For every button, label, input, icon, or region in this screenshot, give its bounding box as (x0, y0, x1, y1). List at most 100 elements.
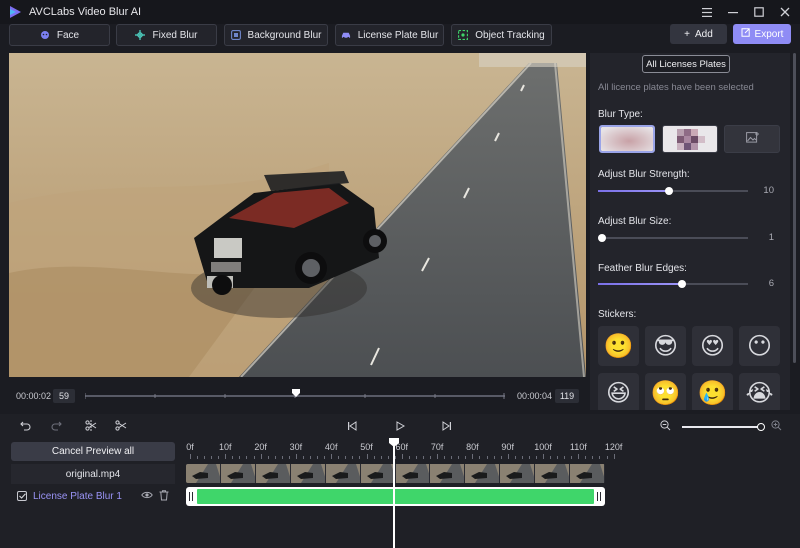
tab-license-plate-blur[interactable]: License Plate Blur (335, 24, 444, 46)
ruler-minor-tick (444, 456, 446, 459)
cancel-preview-button[interactable]: Cancel Preview all (11, 442, 175, 461)
source-file-row[interactable]: original.mp4 (11, 464, 175, 484)
track-end-handle[interactable] (597, 492, 601, 501)
video-filmstrip[interactable] (186, 464, 605, 483)
tab-fixed-blur[interactable]: Fixed Blur (116, 24, 217, 46)
split-button[interactable] (83, 419, 99, 435)
ruler-minor-tick (387, 456, 389, 459)
blur-size-knob[interactable] (598, 234, 606, 242)
app-title: AVCLabs Video Blur AI (29, 6, 142, 18)
tab-background-blur[interactable]: Background Blur (224, 24, 328, 46)
mosaic-blur-option[interactable] (662, 125, 718, 153)
ruler-tick (190, 454, 191, 459)
filmstrip-frame (290, 464, 326, 483)
zoom-out-button[interactable] (657, 419, 673, 435)
redo-button[interactable] (48, 419, 64, 435)
menu-icon[interactable] (700, 5, 714, 19)
ruler-minor-tick (310, 456, 312, 459)
end-frame-input[interactable]: 119 (555, 389, 579, 403)
panel-scrollbar[interactable] (793, 53, 796, 363)
zoom-slider[interactable] (682, 426, 762, 428)
layer-name[interactable]: License Plate Blur 1 (33, 491, 122, 502)
start-time: 00:00:02 (16, 391, 52, 401)
trash-icon[interactable] (159, 490, 169, 504)
all-plates-button[interactable]: All Licenses Plates (642, 55, 730, 73)
ruler-tick (507, 454, 509, 459)
ruler-minor-tick (571, 456, 573, 459)
ruler-minor-tick (585, 456, 587, 459)
zoom-knob[interactable] (757, 423, 765, 431)
sticker-item[interactable]: 😆 (598, 373, 639, 410)
blur-size-label: Adjust Blur Size: (598, 216, 672, 227)
sticker-item[interactable]: 🙄 (645, 373, 686, 410)
feather-edges-slider[interactable] (598, 278, 748, 290)
playhead-handle[interactable] (389, 438, 399, 447)
video-preview[interactable] (9, 53, 586, 377)
tab-label: Face (56, 29, 80, 41)
license-plate-blur-track[interactable] (186, 487, 605, 506)
next-frame-button[interactable] (439, 419, 455, 435)
scissors-icon (115, 420, 127, 434)
ruler-label: 30f (289, 442, 303, 452)
filmstrip-frame (535, 464, 571, 483)
eye-icon[interactable] (141, 490, 153, 503)
ruler-tick (401, 454, 403, 459)
blur-strength-label: Adjust Blur Strength: (598, 169, 690, 180)
filmstrip-frame (360, 464, 396, 483)
tab-face[interactable]: Face (9, 24, 110, 46)
sticker-item[interactable]: 🙂 (598, 326, 639, 366)
gaussian-blur-option[interactable] (599, 125, 655, 153)
blur-strength-slider[interactable] (598, 185, 748, 197)
layer-checkbox[interactable] (17, 491, 27, 501)
sticker-item[interactable]: 😭 (739, 373, 780, 410)
close-icon[interactable] (778, 5, 792, 19)
playhead-line[interactable] (393, 438, 395, 548)
face-icon (40, 30, 50, 40)
previous-frame-button[interactable] (344, 419, 360, 435)
sticker-item[interactable]: 😎 (645, 326, 686, 366)
ruler-minor-tick (606, 456, 608, 459)
ruler-minor-tick (246, 456, 248, 459)
ruler-minor-tick (380, 456, 382, 459)
ruler-minor-tick (197, 456, 199, 459)
minimize-icon[interactable] (726, 5, 740, 19)
sticker-item[interactable]: 😍 (692, 326, 733, 366)
ruler-minor-tick (239, 456, 241, 459)
ruler-minor-tick (345, 456, 347, 459)
start-frame-input[interactable]: 59 (53, 389, 75, 403)
end-time: 00:00:04 (517, 391, 553, 401)
undo-button[interactable] (17, 419, 33, 435)
ruler-minor-tick (535, 456, 537, 459)
ruler-minor-tick (338, 456, 340, 459)
play-button[interactable] (392, 419, 408, 435)
add-button[interactable]: + Add (670, 24, 727, 44)
export-button[interactable]: Export (733, 24, 791, 44)
zoom-in-button[interactable] (768, 419, 784, 435)
crosshair-icon (135, 30, 146, 40)
sticker-item[interactable]: 🥲 (692, 373, 733, 410)
scrub-thumb[interactable] (292, 389, 300, 397)
blur-strength-knob[interactable] (664, 187, 673, 195)
ruler-label: 10f (219, 442, 232, 452)
ruler-label: 100f (534, 442, 552, 452)
plus-icon: + (684, 28, 691, 40)
sticker-item[interactable]: 😶 (739, 326, 780, 366)
ruler-minor-tick (415, 456, 417, 459)
track-start-handle[interactable] (189, 492, 193, 501)
blur-size-slider[interactable] (598, 232, 748, 244)
blur-size-value: 1 (768, 232, 774, 243)
maximize-icon[interactable] (752, 5, 766, 19)
ruler-minor-tick (373, 456, 375, 459)
tab-object-tracking[interactable]: Object Tracking (451, 24, 552, 46)
image-upload-option[interactable] (724, 125, 780, 153)
blur-track-range[interactable] (197, 489, 594, 504)
ruler-minor-tick (267, 456, 269, 459)
ruler-label: 120f (604, 442, 623, 452)
tab-label: Fixed Blur (152, 29, 198, 41)
blur-layer-row[interactable]: License Plate Blur 1 (11, 486, 175, 506)
ruler-minor-tick (281, 456, 283, 459)
ruler-tick (366, 454, 368, 459)
cut-button[interactable] (113, 419, 129, 435)
feather-edges-knob[interactable] (678, 280, 686, 288)
title-bar: AVCLabs Video Blur AI (0, 0, 800, 24)
